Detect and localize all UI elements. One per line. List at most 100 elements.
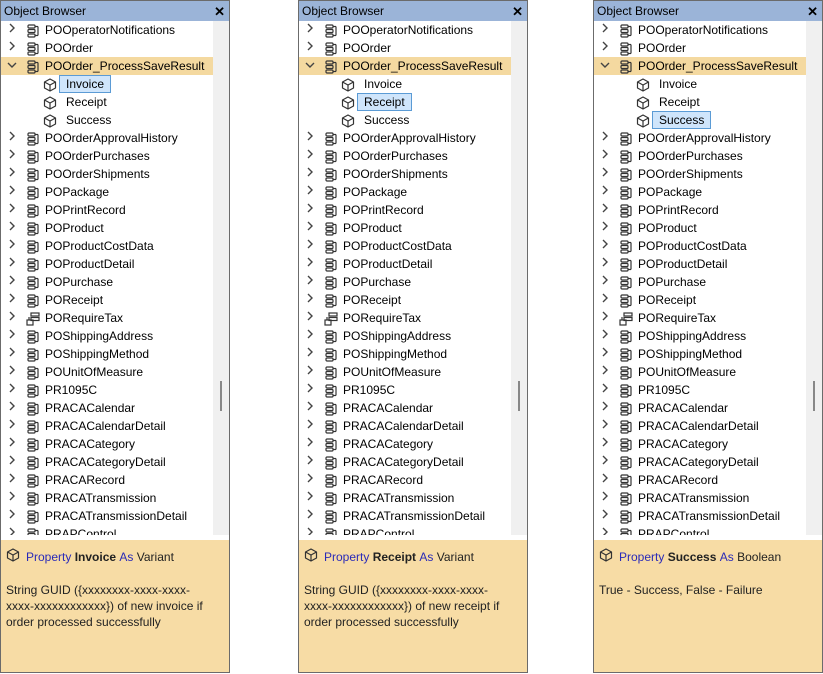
scrollbar-thumb[interactable]: [220, 381, 222, 411]
chevron-right-icon[interactable]: [305, 237, 315, 255]
chevron-right-icon[interactable]: [600, 345, 610, 363]
chevron-right-icon[interactable]: [305, 201, 315, 219]
chevron-right-icon[interactable]: [600, 255, 610, 273]
tree-node[interactable]: POShippingAddress: [594, 327, 806, 345]
tree-node[interactable]: POReceipt: [299, 291, 511, 309]
vertical-scrollbar[interactable]: [213, 21, 229, 535]
chevron-right-icon[interactable]: [305, 129, 315, 147]
chevron-right-icon[interactable]: [600, 435, 610, 453]
close-icon[interactable]: ✕: [807, 5, 818, 18]
chevron-down-icon[interactable]: [7, 57, 17, 75]
tree-node[interactable]: POOrder: [1, 39, 213, 57]
tree-node[interactable]: PRACARecord: [594, 471, 806, 489]
vertical-scrollbar[interactable]: [806, 21, 822, 535]
tree-node[interactable]: POPackage: [1, 183, 213, 201]
tree-node[interactable]: PRACACategoryDetail: [594, 453, 806, 471]
tree-node[interactable]: PRACARecord: [299, 471, 511, 489]
chevron-right-icon[interactable]: [305, 255, 315, 273]
tree-node[interactable]: POProductCostData: [299, 237, 511, 255]
tree-node[interactable]: PRACATransmission: [1, 489, 213, 507]
chevron-right-icon[interactable]: [600, 201, 610, 219]
chevron-right-icon[interactable]: [7, 183, 17, 201]
chevron-right-icon[interactable]: [600, 471, 610, 489]
tree-node[interactable]: PRACACategoryDetail: [1, 453, 213, 471]
tree-node[interactable]: PRACATransmissionDetail: [1, 507, 213, 525]
tree-node[interactable]: PRACATransmission: [299, 489, 511, 507]
chevron-right-icon[interactable]: [305, 273, 315, 291]
tree-node[interactable]: POProductCostData: [1, 237, 213, 255]
tree-node[interactable]: POProductDetail: [594, 255, 806, 273]
chevron-right-icon[interactable]: [305, 381, 315, 399]
chevron-right-icon[interactable]: [7, 417, 17, 435]
close-icon[interactable]: ✕: [512, 5, 523, 18]
chevron-right-icon[interactable]: [600, 399, 610, 417]
chevron-right-icon[interactable]: [305, 417, 315, 435]
chevron-right-icon[interactable]: [7, 39, 17, 57]
tree-node[interactable]: PRACACategory: [594, 435, 806, 453]
chevron-right-icon[interactable]: [7, 363, 17, 381]
chevron-right-icon[interactable]: [600, 363, 610, 381]
chevron-right-icon[interactable]: [305, 165, 315, 183]
tree-node[interactable]: PRACATransmissionDetail: [299, 507, 511, 525]
chevron-right-icon[interactable]: [7, 273, 17, 291]
chevron-right-icon[interactable]: [305, 291, 315, 309]
tree-node[interactable]: POOrderPurchases: [1, 147, 213, 165]
tree-node[interactable]: POUnitOfMeasure: [594, 363, 806, 381]
tree-node[interactable]: PORequireTax: [594, 309, 806, 327]
tree-node[interactable]: PRAPControl: [594, 525, 806, 535]
tree-node[interactable]: POPackage: [299, 183, 511, 201]
chevron-right-icon[interactable]: [600, 21, 610, 39]
tree-node[interactable]: PRACACalendar: [1, 399, 213, 417]
tree-node[interactable]: POShippingMethod: [299, 345, 511, 363]
tree-node[interactable]: POProductCostData: [594, 237, 806, 255]
chevron-right-icon[interactable]: [7, 507, 17, 525]
tree-node[interactable]: PRACACalendar: [594, 399, 806, 417]
chevron-right-icon[interactable]: [600, 453, 610, 471]
tree-node[interactable]: POPackage: [594, 183, 806, 201]
chevron-right-icon[interactable]: [7, 201, 17, 219]
chevron-right-icon[interactable]: [600, 489, 610, 507]
chevron-right-icon[interactable]: [600, 237, 610, 255]
chevron-right-icon[interactable]: [7, 219, 17, 237]
chevron-right-icon[interactable]: [600, 183, 610, 201]
tree-member[interactable]: Invoice: [1, 75, 213, 93]
chevron-right-icon[interactable]: [7, 345, 17, 363]
chevron-right-icon[interactable]: [600, 309, 610, 327]
tree-node[interactable]: POShippingMethod: [1, 345, 213, 363]
tree-member[interactable]: Receipt: [1, 93, 213, 111]
tree-node[interactable]: POShippingAddress: [1, 327, 213, 345]
chevron-right-icon[interactable]: [305, 471, 315, 489]
tree-node[interactable]: PRACACategory: [299, 435, 511, 453]
chevron-right-icon[interactable]: [7, 165, 17, 183]
close-icon[interactable]: ✕: [214, 5, 225, 18]
chevron-right-icon[interactable]: [600, 147, 610, 165]
tree-member[interactable]: Success: [299, 111, 511, 129]
tree-node[interactable]: PRACACalendarDetail: [594, 417, 806, 435]
tree-node[interactable]: POPurchase: [299, 273, 511, 291]
chevron-right-icon[interactable]: [600, 291, 610, 309]
chevron-right-icon[interactable]: [305, 363, 315, 381]
tree-node[interactable]: PR1095C: [594, 381, 806, 399]
tree-node[interactable]: PRAPControl: [299, 525, 511, 535]
tree-node[interactable]: POOrderShipments: [594, 165, 806, 183]
scrollbar-thumb[interactable]: [518, 381, 520, 411]
tree-node[interactable]: POProduct: [594, 219, 806, 237]
chevron-right-icon[interactable]: [7, 471, 17, 489]
tree-node[interactable]: POOrder_ProcessSaveResult: [1, 57, 213, 75]
tree-node[interactable]: POOrder_ProcessSaveResult: [299, 57, 511, 75]
chevron-right-icon[interactable]: [305, 219, 315, 237]
chevron-down-icon[interactable]: [305, 57, 315, 75]
tree-node[interactable]: POShippingMethod: [594, 345, 806, 363]
tree-node[interactable]: POPurchase: [1, 273, 213, 291]
chevron-right-icon[interactable]: [600, 165, 610, 183]
chevron-right-icon[interactable]: [7, 525, 17, 535]
tree-node[interactable]: POOperatorNotifications: [594, 21, 806, 39]
tree-member[interactable]: Invoice: [299, 75, 511, 93]
chevron-right-icon[interactable]: [7, 291, 17, 309]
chevron-right-icon[interactable]: [7, 399, 17, 417]
tree-node[interactable]: PRACATransmission: [594, 489, 806, 507]
tree-node[interactable]: POPurchase: [594, 273, 806, 291]
chevron-right-icon[interactable]: [7, 309, 17, 327]
tree-member[interactable]: Receipt: [594, 93, 806, 111]
tree-node[interactable]: POOrderApprovalHistory: [1, 129, 213, 147]
